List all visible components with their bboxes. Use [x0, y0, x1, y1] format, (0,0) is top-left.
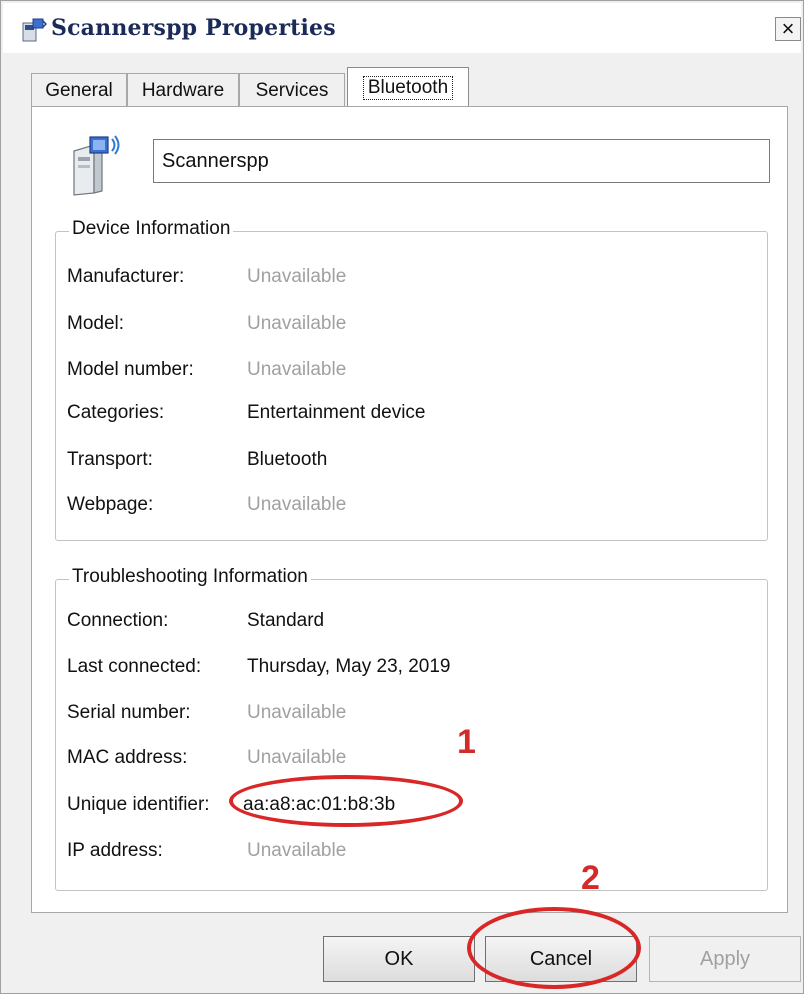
field-label: Serial number: — [67, 702, 191, 723]
device-name-input[interactable] — [153, 139, 770, 183]
device-information-group: Device Information Manufacturer: Unavail… — [55, 218, 768, 541]
tab-label: Services — [255, 79, 329, 101]
tab-general[interactable]: General — [31, 73, 127, 107]
field-label: Transport: — [67, 449, 153, 470]
tab-label: Hardware — [141, 79, 225, 101]
device-icon — [22, 18, 47, 42]
field-value: Thursday, May 23, 2019 — [247, 656, 451, 677]
group-title: Device Information — [69, 218, 234, 240]
tab-bluetooth[interactable]: Bluetooth — [347, 67, 469, 108]
tab-label: Bluetooth — [362, 76, 454, 100]
field-label: Manufacturer: — [67, 266, 185, 287]
annotation-ellipse-cancel — [467, 907, 641, 989]
field-value: Unavailable — [247, 494, 347, 515]
field-value: Unavailable — [247, 359, 347, 380]
field-label: Last connected: — [67, 656, 202, 677]
window-title: Scannerspp Properties — [51, 15, 336, 41]
field-label: Model number: — [67, 359, 194, 380]
field-label: Categories: — [67, 402, 165, 423]
field-value: Unavailable — [247, 747, 347, 768]
close-button[interactable]: × — [775, 17, 801, 41]
tab-services[interactable]: Services — [239, 73, 345, 107]
field-value: Standard — [247, 610, 325, 631]
field-label: MAC address: — [67, 747, 188, 768]
troubleshooting-information-group: Troubleshooting Information Connection: … — [55, 566, 768, 891]
field-label: Model: — [67, 313, 125, 334]
close-icon: × — [781, 16, 795, 41]
ok-button[interactable]: OK — [323, 936, 475, 982]
field-label: Webpage: — [67, 494, 154, 515]
field-value: Entertainment device — [247, 402, 426, 423]
field-label: Unique identifier: — [67, 794, 210, 815]
field-value: Unavailable — [247, 313, 347, 334]
properties-dialog: Scannerspp Properties × General Hardware… — [0, 0, 804, 994]
tab-hardware[interactable]: Hardware — [127, 73, 239, 107]
group-title: Troubleshooting Information — [69, 566, 311, 588]
field-value: Unavailable — [247, 840, 347, 861]
apply-button[interactable]: Apply — [649, 936, 801, 982]
field-value: Bluetooth — [247, 449, 328, 470]
field-value: Unavailable — [247, 702, 347, 723]
bluetooth-device-icon — [73, 135, 120, 196]
annotation-marker-2: 2 — [581, 859, 600, 897]
field-label: Connection: — [67, 610, 169, 631]
title-bar: Scannerspp Properties × — [3, 3, 801, 53]
field-value: Unavailable — [247, 266, 347, 287]
field-label: IP address: — [67, 840, 163, 861]
annotation-ellipse-unique-identifier — [229, 775, 463, 827]
tab-label: General — [45, 79, 113, 101]
annotation-marker-1: 1 — [457, 723, 476, 761]
